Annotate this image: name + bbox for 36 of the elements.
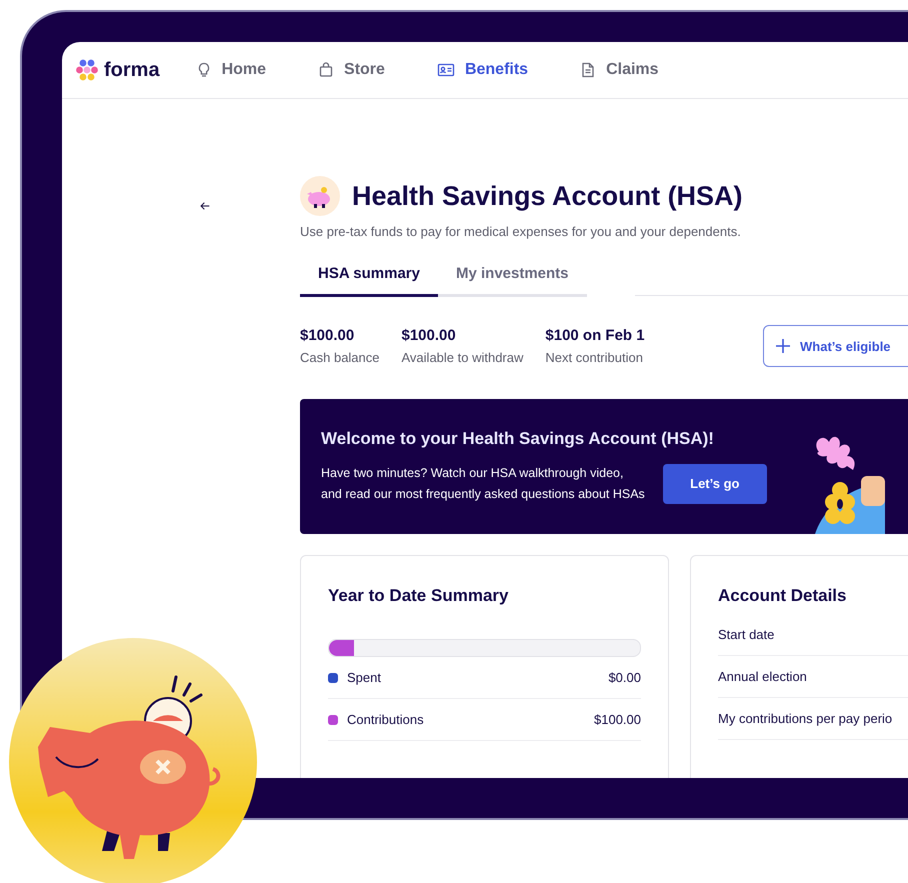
stat-label: Next contribution — [545, 350, 644, 365]
tab[interactable]: My investments — [438, 265, 587, 297]
back-arrow-icon[interactable] — [200, 200, 210, 212]
lets-go-button[interactable]: Let’s go — [662, 464, 767, 504]
id-card-icon — [436, 62, 455, 78]
row-label: Contributions — [347, 712, 424, 727]
banner-text: Have two minutes? Watch our HSA walkthrough video, and read our most frequently asked questions about HSAs — [321, 464, 645, 503]
stat-value: $100 on Feb 1 — [545, 327, 645, 344]
stat-label: Available to withdraw — [402, 350, 524, 365]
tab[interactable]: HSA summary — [300, 265, 438, 297]
stat-value: $100.00 — [402, 327, 457, 344]
row-amount: $0.00 — [608, 670, 641, 685]
page-subtitle: Use pre-tax funds to pay for medical expenses for you and your dependents. — [300, 224, 742, 239]
row-label: My contributions per pay perio — [718, 711, 892, 726]
card-title: Account Details — [718, 586, 848, 606]
logo-icon — [76, 59, 98, 81]
nav-item[interactable]: Home — [196, 61, 266, 79]
row-amount: $100.00 — [594, 712, 641, 727]
row-label: Annual election — [718, 669, 807, 684]
lightbulb-icon — [196, 62, 212, 78]
shopping-bag-icon — [318, 62, 334, 78]
row-label: Spent — [347, 670, 381, 685]
nav-item[interactable]: Benefits — [436, 61, 528, 79]
banner-title: Welcome to your Health Savings Account (HSA)! — [321, 428, 715, 448]
plus-icon — [776, 339, 790, 353]
logo-text: forma — [104, 58, 160, 82]
nav-item[interactable]: Store — [318, 61, 385, 79]
document-icon — [580, 62, 596, 78]
card-title: Year to Date Summary — [328, 586, 510, 606]
stat-label: Cash balance — [300, 350, 380, 365]
page-title: Health Savings Account (HSA) — [352, 180, 743, 212]
stat-value: $100.00 — [300, 327, 356, 344]
whats-eligible-button[interactable]: What’s eligible — [763, 325, 908, 367]
nav-item[interactable]: Claims — [580, 61, 659, 79]
row-label: Start date — [718, 627, 774, 642]
piggy-bank-icon — [300, 176, 340, 216]
